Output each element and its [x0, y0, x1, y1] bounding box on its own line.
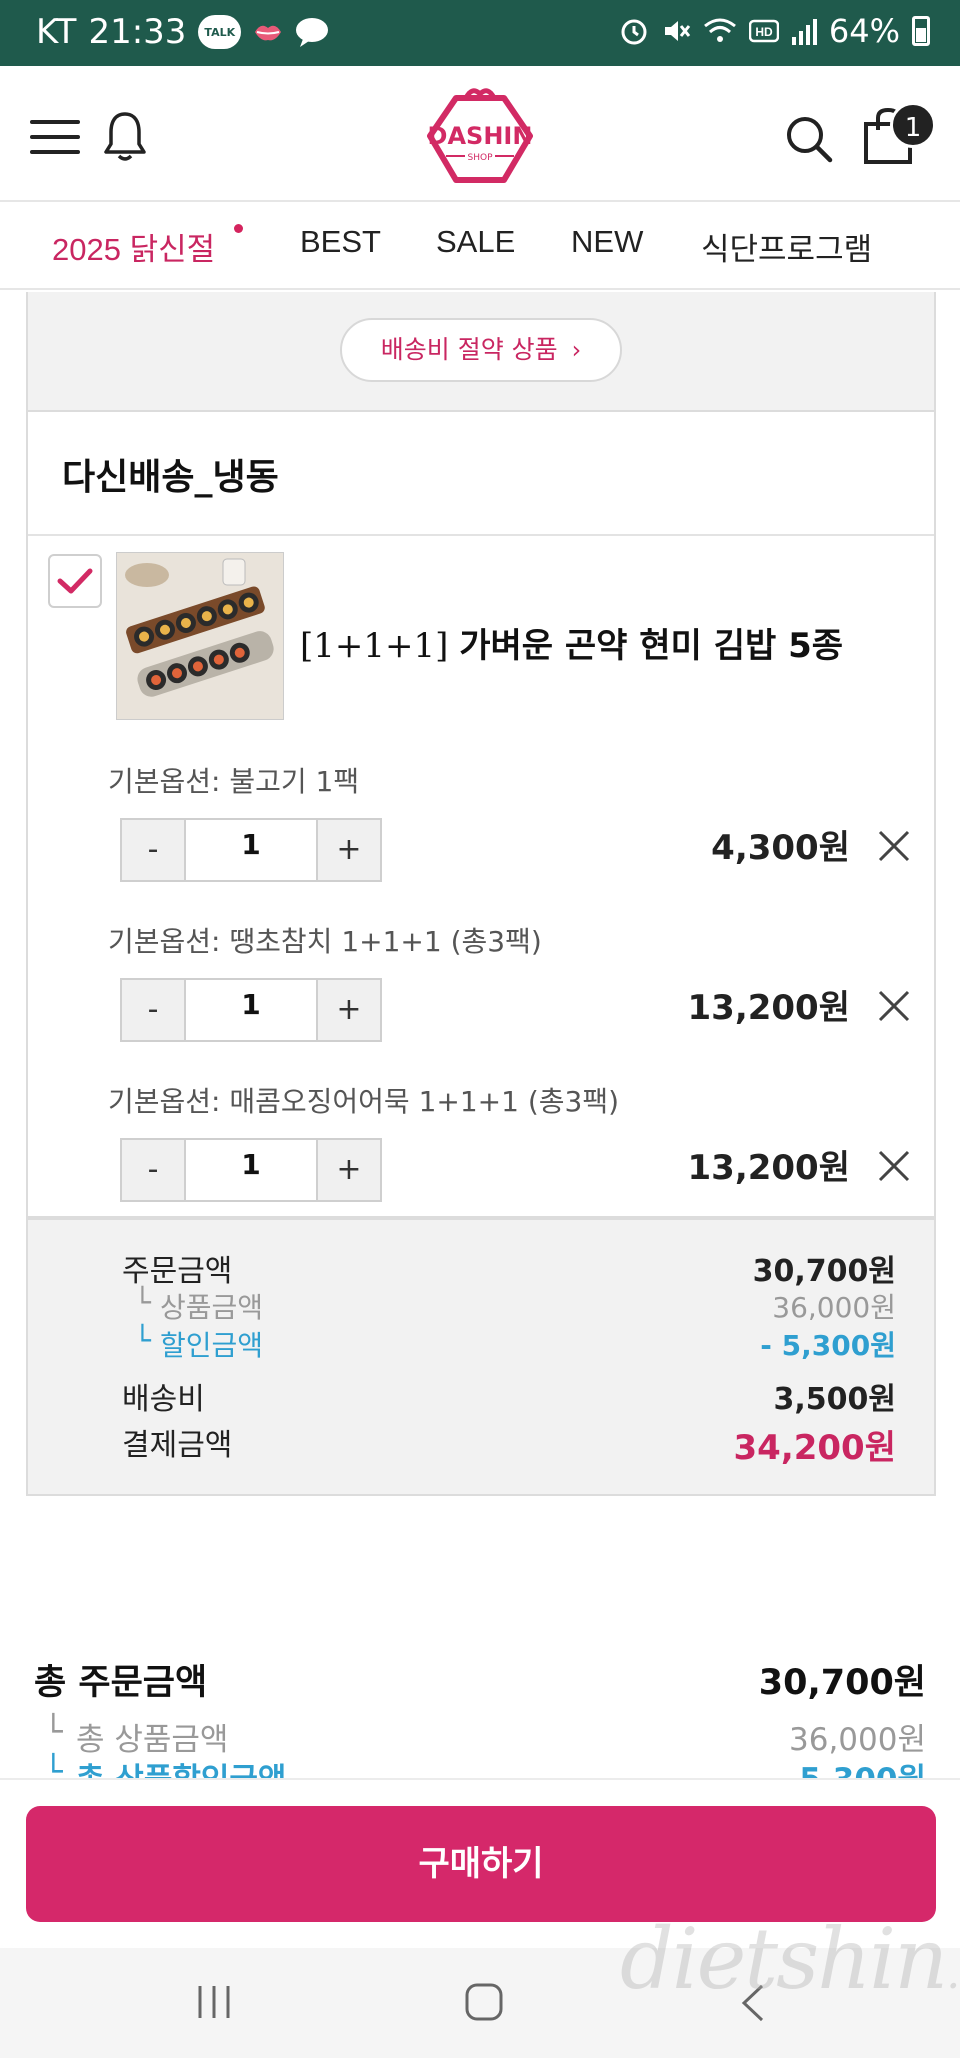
option-label: 기본옵션: 불고기 1팩 [108, 765, 360, 798]
svg-text:HD: HD [755, 25, 773, 39]
option-price: 13,200원 [687, 988, 850, 1028]
status-bar: KT 21:33 TALK HD 64% [0, 0, 960, 66]
tab-sale[interactable]: SALE [436, 224, 515, 260]
carrier-text: KT [36, 12, 77, 52]
quantity-input[interactable]: 1 [184, 1140, 318, 1200]
decrease-button[interactable]: - [122, 1140, 184, 1200]
product-name[interactable]: [1+1+1] 가벼운 곤약 현미 김밥 5종 [300, 618, 843, 667]
hd-icon: HD [748, 14, 779, 48]
delivery-group-frozen: 다신배송_냉동 [1+1+1] 가벼운 곤약 현미 김밥 5종 기본옵션: 불고… [26, 412, 936, 1218]
quantity-input[interactable]: 1 [184, 820, 318, 880]
close-icon[interactable] [876, 1148, 912, 1184]
shipping-label: 배송비 [122, 1382, 205, 1417]
decrease-button[interactable]: - [122, 820, 184, 880]
quantity-stepper: - 1 + [120, 1138, 382, 1202]
quantity-input[interactable]: 1 [184, 980, 318, 1040]
quantity-stepper: - 1 + [120, 978, 382, 1042]
total-product-label: 총 상품금액 [76, 1722, 229, 1758]
total-order-value: 30,700원 [758, 1663, 926, 1703]
increase-button[interactable]: + [318, 980, 380, 1040]
chat-bubble-icon [295, 15, 329, 49]
app-header: DASHIN SHOP 1 [0, 66, 960, 202]
increase-button[interactable]: + [318, 1140, 380, 1200]
order-amount-value: 30,700원 [752, 1254, 896, 1289]
purchase-button[interactable]: 구매하기 [26, 1806, 936, 1922]
watermark-main: dietshin [620, 1910, 948, 2008]
close-icon[interactable] [876, 828, 912, 864]
total-order-label: 총 주문금액 [34, 1663, 208, 1703]
option-label: 기본옵션: 매콤오징어어묵 1+1+1 (총3팩) [108, 1085, 620, 1118]
tab-diet-program[interactable]: 식단프로그램 [701, 224, 872, 269]
group-summary: 주문금액 30,700원 └ 상품금액 36,000원 └ 할인금액 - 5,3… [26, 1218, 936, 1496]
discount-label: 할인금액 [160, 1329, 264, 1362]
tree-branch-icon: └ [134, 1324, 151, 1357]
increase-button[interactable]: + [318, 820, 380, 880]
tab-new[interactable]: NEW [571, 224, 643, 260]
bell-icon[interactable] [102, 110, 148, 162]
dashin-logo[interactable]: DASHIN SHOP [420, 84, 540, 190]
watermark-logo: dietshin.com [620, 1910, 960, 2008]
order-amount-label: 주문금액 [122, 1254, 233, 1289]
home-icon[interactable] [464, 1982, 504, 2022]
product-amount-value: 36,000원 [772, 1291, 896, 1324]
search-icon[interactable] [784, 114, 834, 164]
battery-icon [912, 16, 930, 46]
product-thumbnail[interactable] [116, 552, 284, 720]
checkmark-icon [57, 568, 93, 594]
mute-icon [661, 14, 691, 48]
battery-percent: 64% [828, 12, 900, 50]
discount-value: - 5,300원 [760, 1329, 896, 1362]
logo-text: DASHIN [428, 122, 533, 150]
product-checkbox[interactable] [48, 554, 102, 608]
product-title: 가벼운 곤약 현미 김밥 5종 [459, 626, 844, 666]
tree-branch-icon: └ [44, 1714, 63, 1750]
cart-count-badge: 1 [890, 102, 936, 148]
tab-best[interactable]: BEST [300, 224, 381, 260]
wifi-icon [703, 14, 737, 48]
new-dot-badge [234, 224, 243, 233]
product-bundle-tag: [1+1+1] [300, 626, 449, 666]
payment-value: 34,200원 [733, 1428, 896, 1468]
divider [28, 534, 934, 536]
payment-label: 결제금액 [122, 1428, 233, 1463]
option-label: 기본옵션: 땡초참치 1+1+1 (총3팩) [108, 925, 542, 958]
menu-icon[interactable] [30, 120, 80, 154]
product-amount-label: 상품금액 [160, 1291, 264, 1324]
tab-festival[interactable]: 2025 닭신절 [52, 224, 215, 269]
signal-icon [791, 14, 817, 48]
decrease-button[interactable]: - [122, 980, 184, 1040]
tree-branch-icon: └ [134, 1286, 151, 1319]
group-title: 다신배송_냉동 [62, 457, 279, 498]
close-icon[interactable] [876, 988, 912, 1024]
alarm-icon [619, 14, 649, 48]
shipping-saving-products-button[interactable]: 배송비 절약 상품 › [340, 318, 622, 382]
logo-sub-text: SHOP [468, 153, 494, 163]
shipping-saving-bar: 배송비 절약 상품 › [26, 292, 936, 412]
shipping-value: 3,500원 [773, 1382, 897, 1417]
category-nav: 2025 닭신절 BEST SALE NEW 식단프로그램 [0, 204, 960, 290]
quantity-stepper: - 1 + [120, 818, 382, 882]
lips-icon [253, 15, 283, 49]
clock-text: 21:33 [88, 12, 187, 52]
option-price: 4,300원 [711, 828, 850, 868]
option-price: 13,200원 [687, 1148, 850, 1188]
chevron-right-icon: › [571, 336, 582, 364]
kakaotalk-icon: TALK [198, 15, 242, 49]
watermark-suffix: .com [946, 1948, 960, 1999]
recent-apps-icon[interactable] [194, 1984, 234, 2020]
shipping-saving-label: 배송비 절약 상품 [380, 335, 558, 364]
total-product-value: 36,000원 [789, 1722, 926, 1758]
